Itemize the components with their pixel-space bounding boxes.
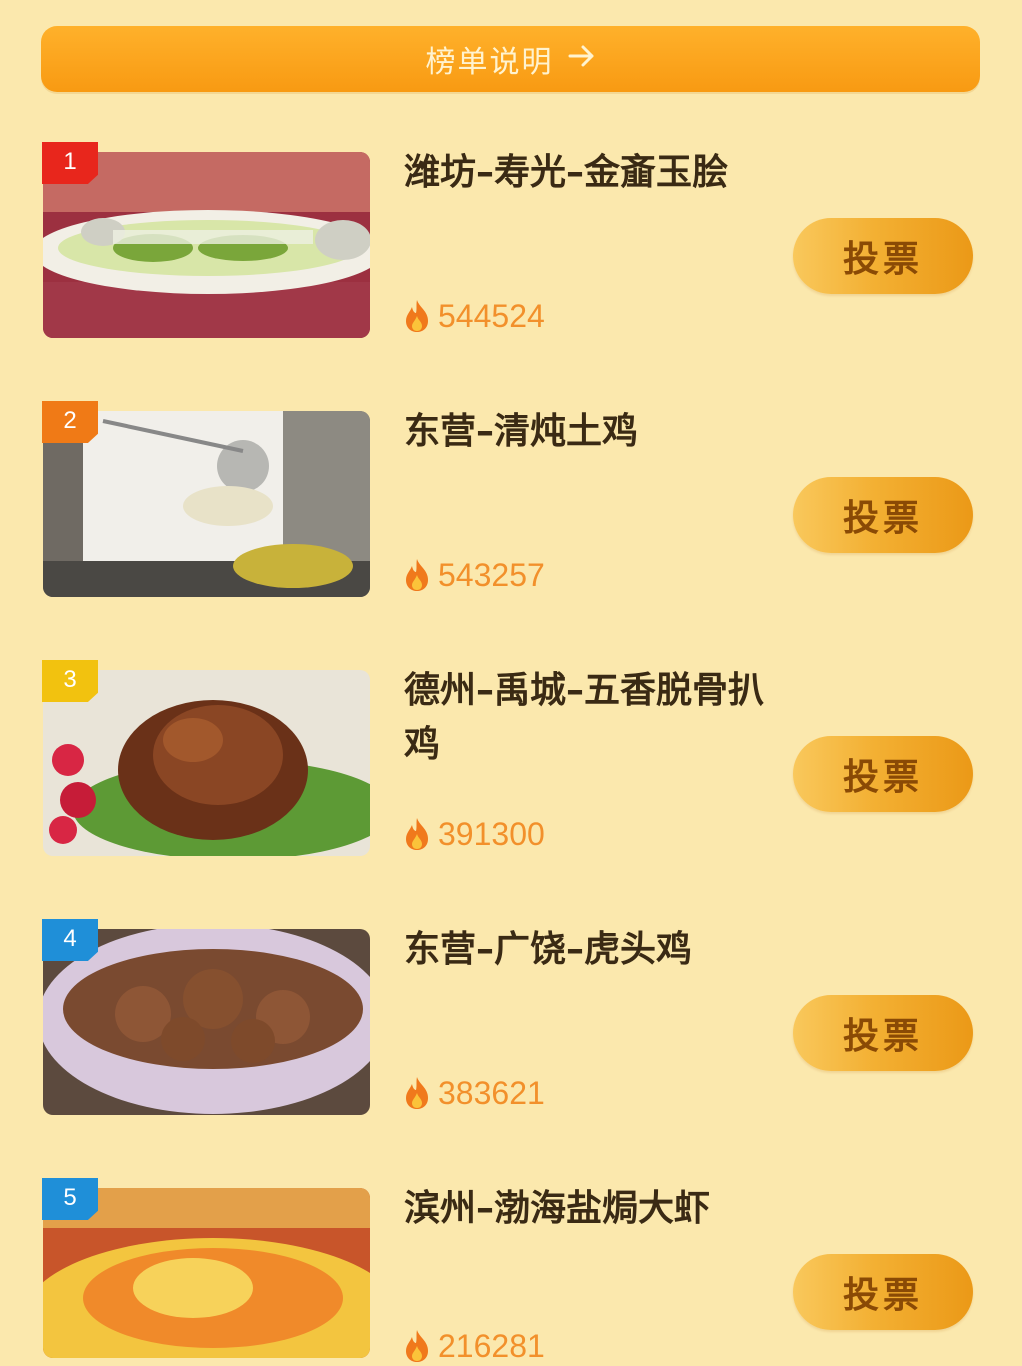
- heat-count: 383621: [402, 1073, 545, 1113]
- list-item[interactable]: 4 东营–广饶–虎头鸡 383621 投票: [0, 919, 1022, 1139]
- flame-icon: [402, 558, 432, 592]
- flame-icon: [402, 299, 432, 333]
- heat-value: 216281: [438, 1327, 545, 1364]
- heat-value: 544524: [438, 297, 545, 334]
- flame-icon: [402, 1076, 432, 1110]
- list-item[interactable]: 5 滨州–渤海盐焗大虾 216281 投票: [0, 1178, 1022, 1364]
- vote-button[interactable]: 投票: [793, 736, 973, 812]
- heat-value: 383621: [438, 1074, 545, 1111]
- rank-badge: 3: [42, 660, 98, 702]
- rank-badge: 1: [42, 142, 98, 184]
- rank-badge: 2: [42, 401, 98, 443]
- vote-button[interactable]: 投票: [793, 995, 973, 1071]
- rank-badge: 5: [42, 1178, 98, 1220]
- heat-value: 543257: [438, 556, 545, 593]
- heat-count: 391300: [402, 814, 545, 854]
- dish-name: 滨州–渤海盐焗大虾: [404, 1188, 711, 1229]
- vote-button[interactable]: 投票: [793, 1254, 973, 1330]
- heat-value: 391300: [438, 815, 545, 852]
- heat-count: 543257: [402, 555, 545, 595]
- dish-name: 东营–清炖土鸡: [404, 411, 639, 452]
- rank-badge: 4: [42, 919, 98, 961]
- vote-button[interactable]: 投票: [793, 477, 973, 553]
- heat-count: 544524: [402, 296, 545, 336]
- heat-count: 216281: [402, 1326, 545, 1366]
- list-item[interactable]: 3 德州–禹城–五香脱骨扒鸡 391300 投票: [0, 660, 1022, 880]
- dish-name: 德州–禹城–五香脱骨扒鸡: [404, 670, 765, 765]
- ranking-list: 1 潍坊–寿光–金齑玉脍 544524 投票 2 东营–清炖土鸡 543257 …: [0, 0, 1022, 1364]
- flame-icon: [402, 817, 432, 851]
- list-item[interactable]: 1 潍坊–寿光–金齑玉脍 544524 投票: [0, 142, 1022, 362]
- list-item[interactable]: 2 东营–清炖土鸡 543257 投票: [0, 401, 1022, 621]
- vote-button[interactable]: 投票: [793, 218, 973, 294]
- dish-name: 东营–广饶–虎头鸡: [404, 929, 693, 970]
- dish-name: 潍坊–寿光–金齑玉脍: [404, 152, 729, 193]
